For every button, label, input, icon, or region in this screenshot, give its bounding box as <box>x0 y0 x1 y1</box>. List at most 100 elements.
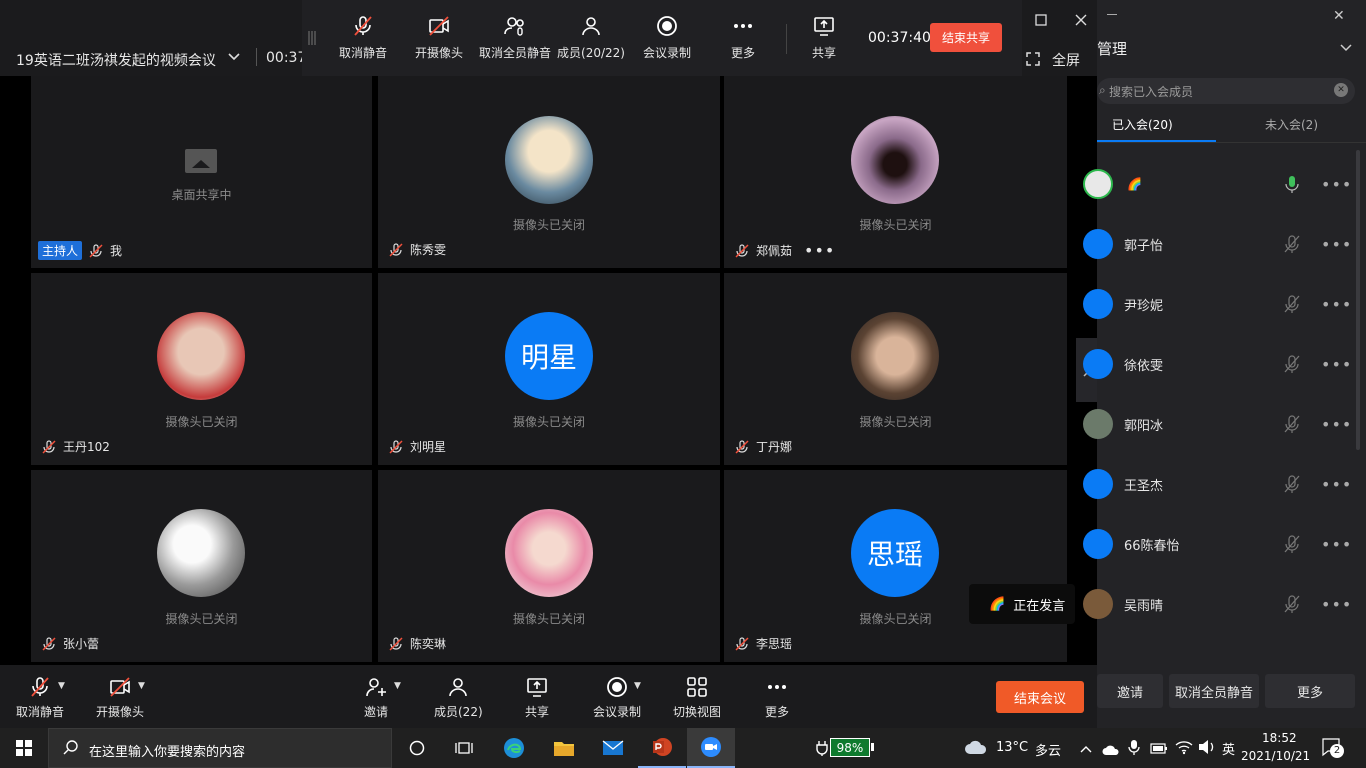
record-button[interactable]: 会议录制 <box>630 14 704 70</box>
file-explorer-icon[interactable] <box>540 728 588 768</box>
meeting-title[interactable]: 19英语二班汤祺发起的视频会议 <box>16 50 216 70</box>
close-icon[interactable]: ✕ <box>1333 8 1345 24</box>
weather-temp[interactable]: 13°C <box>996 740 1028 755</box>
chevron-down-icon[interactable] <box>226 48 242 68</box>
unmute-button[interactable]: 取消静音 <box>16 675 64 720</box>
more-button[interactable]: 更多 <box>765 675 789 720</box>
microphone-icon[interactable] <box>1128 739 1140 759</box>
scrollbar[interactable] <box>1356 150 1360 450</box>
maximize-icon[interactable] <box>1034 12 1048 31</box>
notification-center[interactable]: 2 <box>1322 738 1344 762</box>
caret-down-icon[interactable]: ▼ <box>58 681 65 691</box>
member-row[interactable]: 吴雨晴 ••• <box>1083 574 1366 634</box>
tile-participant[interactable]: 摄像头已关闭 张小蕾 <box>31 470 372 662</box>
chevron-down-icon[interactable] <box>1339 40 1353 59</box>
tile-self[interactable]: 桌面共享中 主持人 我 <box>31 76 372 268</box>
clock-time[interactable]: 18:52 <box>1262 731 1297 745</box>
tile-participant[interactable]: 摄像头已关闭 陈秀雯 <box>378 76 720 268</box>
member-row[interactable]: 徐依雯 ••• <box>1083 334 1366 394</box>
switch-view-label: 切换视图 <box>673 705 722 719</box>
more-icon[interactable]: ••• <box>1321 175 1352 194</box>
end-share-button[interactable]: 结束共享 <box>930 23 1002 52</box>
unmute-button[interactable]: 取消静音 <box>326 14 400 70</box>
tile-participant[interactable]: 思瑶 摄像头已关闭 李思瑶 <box>724 470 1067 662</box>
tile-participant[interactable]: 摄像头已关闭 丁丹娜 <box>724 273 1067 465</box>
clear-icon[interactable]: ✕ <box>1334 83 1348 97</box>
caret-down-icon[interactable]: ▼ <box>634 681 641 691</box>
tile-status: 摄像头已关闭 <box>165 612 238 626</box>
clock-date[interactable]: 2021/10/21 <box>1241 749 1310 763</box>
member-row[interactable]: 66陈春怡 ••• <box>1083 514 1366 574</box>
avatar <box>157 509 245 597</box>
search-input[interactable]: 在这里输入你要搜索的内容 <box>89 741 245 760</box>
invite-button[interactable]: 邀请 <box>364 675 388 720</box>
participant-name: 丁丹娜 <box>756 440 793 454</box>
cortana-icon[interactable] <box>393 728 441 768</box>
member-panel: ✕ 管理 ⌕ 搜索已入会成员 ✕ 已入会(20) 未入会(2) 🌈 ••• 郭子… <box>1083 0 1366 728</box>
tab-not-joined[interactable]: 未入会(2) <box>1265 116 1318 133</box>
caret-down-icon[interactable]: ▼ <box>394 681 401 691</box>
tile-participant[interactable]: 摄像头已关闭 陈奕琳 <box>378 470 720 662</box>
more-icon[interactable]: ••• <box>1321 475 1352 494</box>
avatar-text: 思瑶 <box>851 509 939 597</box>
member-row[interactable]: 郭阳冰 ••• <box>1083 394 1366 454</box>
tile-participant[interactable]: 明星 摄像头已关闭 刘明星 <box>378 273 720 465</box>
camera-on-button[interactable]: 开摄像头 <box>402 14 476 70</box>
more-icon[interactable]: ••• <box>1321 595 1352 614</box>
chevron-up-icon[interactable] <box>1080 741 1092 760</box>
camera-on-button[interactable]: 开摄像头 <box>96 675 144 720</box>
more-button[interactable]: 更多 <box>1265 674 1355 708</box>
switch-view-button[interactable]: 切换视图 <box>673 675 721 720</box>
unmute-all-button[interactable]: 取消全员静音 <box>1169 674 1259 708</box>
wifi-icon[interactable] <box>1175 739 1193 759</box>
minimize-icon[interactable] <box>1107 14 1117 15</box>
more-icon[interactable]: ••• <box>804 241 835 260</box>
mic-off-icon <box>388 439 404 455</box>
more-icon[interactable]: ••• <box>1321 415 1352 434</box>
member-row[interactable]: 郭子怡 ••• <box>1083 214 1366 274</box>
members-button[interactable]: 成员(22) <box>434 675 483 720</box>
taskbar-search[interactable]: 在这里输入你要搜索的内容 <box>48 728 392 768</box>
input-method[interactable]: 英 <box>1222 739 1235 758</box>
more-label: 更多 <box>765 705 790 719</box>
onedrive-icon[interactable] <box>1102 741 1120 760</box>
members-button[interactable]: 成员(20/22) <box>554 14 628 70</box>
edge-icon[interactable] <box>490 728 538 768</box>
member-row[interactable]: 🌈 ••• <box>1083 154 1366 214</box>
caret-down-icon[interactable]: ▼ <box>138 681 145 691</box>
avatar <box>1083 529 1113 559</box>
cloud-icon[interactable] <box>964 739 988 759</box>
battery-icon[interactable] <box>1150 740 1168 759</box>
member-search[interactable]: ⌕ 搜索已入会成员 ✕ <box>1097 78 1355 104</box>
fullscreen-icon[interactable] <box>1026 51 1040 70</box>
more-icon[interactable]: ••• <box>1321 295 1352 314</box>
more-button[interactable]: 更多 <box>706 14 780 70</box>
more-icon[interactable]: ••• <box>1321 535 1352 554</box>
share-button[interactable]: 共享 <box>787 14 861 70</box>
mail-icon[interactable] <box>589 728 637 768</box>
invite-button[interactable]: 邀请 <box>1097 674 1163 708</box>
task-view-icon[interactable] <box>440 728 488 768</box>
meeting-app-icon[interactable] <box>687 728 735 768</box>
more-icon[interactable]: ••• <box>1321 235 1352 254</box>
member-row[interactable]: 王圣杰 ••• <box>1083 454 1366 514</box>
tile-participant[interactable]: 摄像头已关闭 郑佩茹 ••• <box>724 76 1067 268</box>
battery-indicator[interactable]: 98% <box>830 738 870 757</box>
weather-desc[interactable]: 多云 <box>1035 740 1061 759</box>
start-button[interactable] <box>0 728 48 768</box>
end-meeting-button[interactable]: 结束会议 <box>996 681 1084 713</box>
tab-joined[interactable]: 已入会(20) <box>1112 116 1173 133</box>
search-input[interactable]: 搜索已入会成员 <box>1109 83 1193 100</box>
share-button[interactable]: 共享 <box>525 675 549 720</box>
close-icon[interactable] <box>1074 12 1088 31</box>
drag-handle-icon[interactable] <box>308 30 316 50</box>
member-row[interactable]: 尹珍妮 ••• <box>1083 274 1366 334</box>
powerpoint-icon[interactable] <box>638 728 686 768</box>
tile-participant[interactable]: 摄像头已关闭 王丹102 <box>31 273 372 465</box>
unmute-all-button[interactable]: 取消全员静音 <box>478 14 552 70</box>
more-icon[interactable]: ••• <box>1321 355 1352 374</box>
volume-icon[interactable] <box>1198 739 1216 759</box>
fullscreen-button[interactable]: 全屏 <box>1052 50 1080 70</box>
users-mic-icon <box>504 17 524 36</box>
mic-off-icon <box>41 439 57 455</box>
